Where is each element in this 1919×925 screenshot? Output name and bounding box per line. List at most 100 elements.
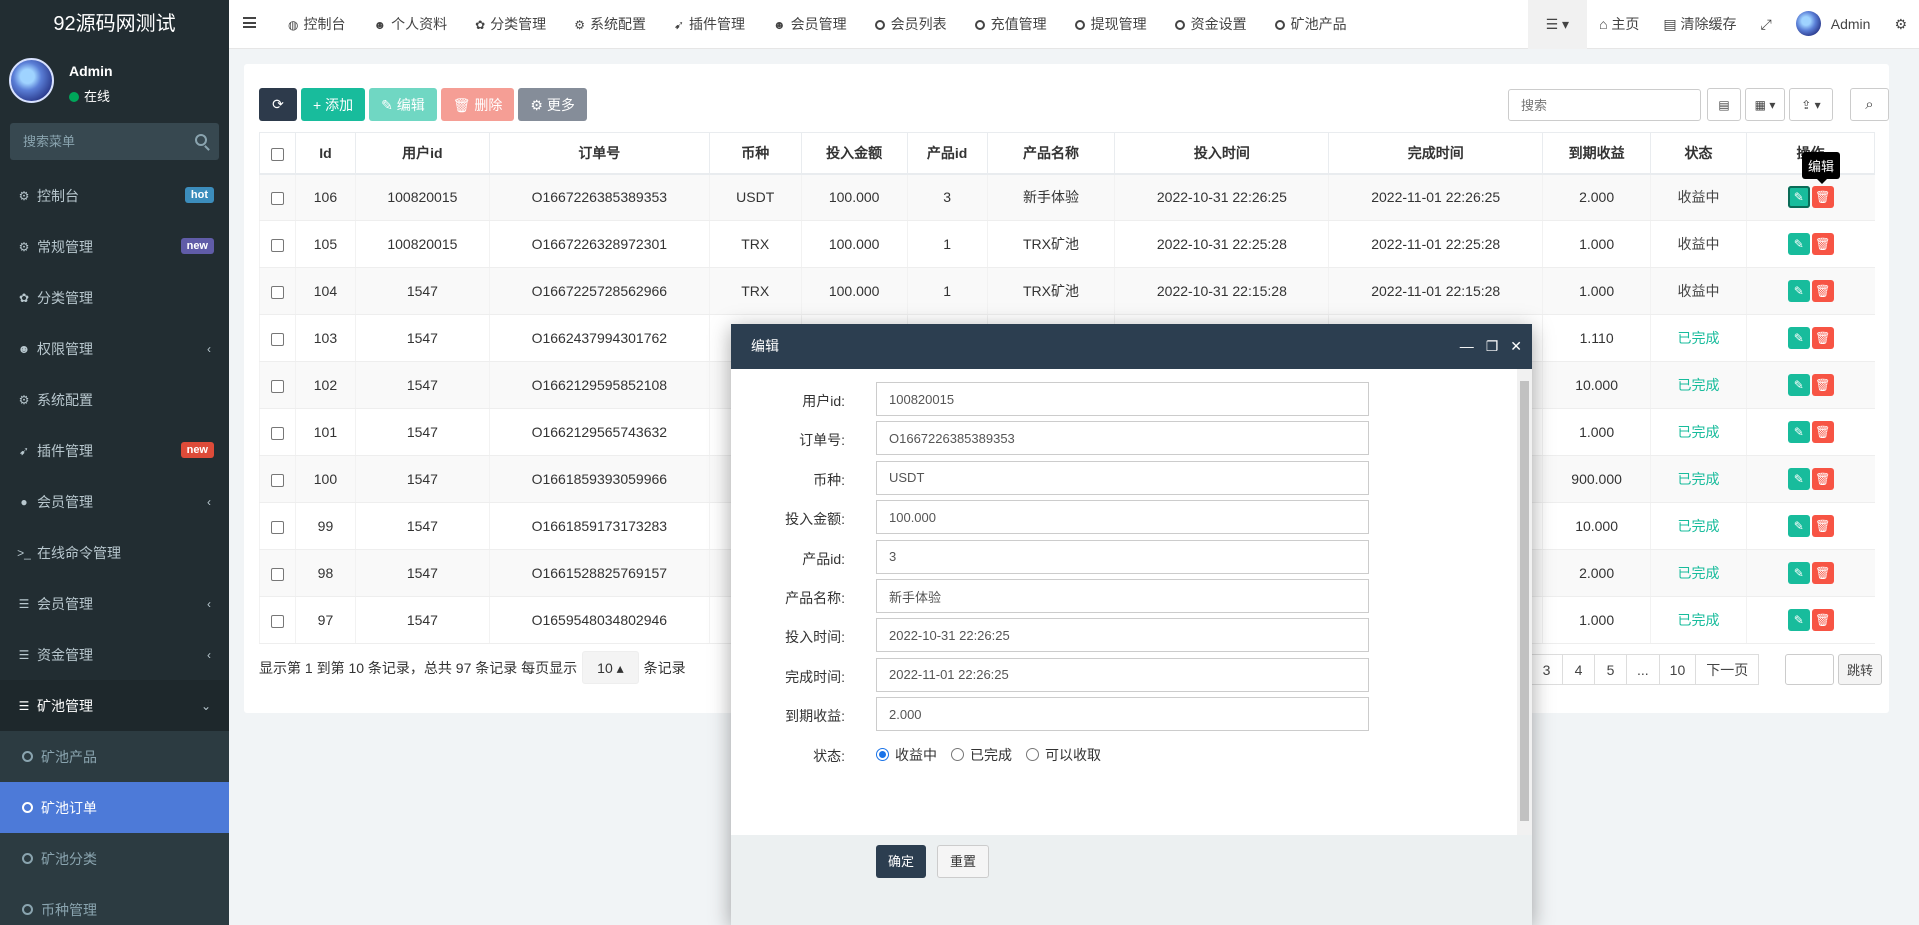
top-nav-tab[interactable]: ☻ 会员管理 bbox=[759, 0, 861, 49]
home-link[interactable]: ⌂ 主页 bbox=[1587, 0, 1651, 49]
status-radio-option[interactable]: 收益中 bbox=[876, 745, 937, 765]
edit-pencil-icon[interactable]: ✎ bbox=[1787, 515, 1810, 537]
top-nav-tab[interactable]: 会员列表 bbox=[861, 0, 961, 49]
sidebar-subitem[interactable]: 矿池订单 bbox=[0, 782, 229, 833]
table-search-input[interactable] bbox=[1508, 89, 1701, 121]
reset-button[interactable]: 重置 bbox=[937, 845, 990, 878]
jump-button[interactable]: 跳转 bbox=[1838, 654, 1882, 685]
columns-dropdown-button[interactable]: ▦ ▾ bbox=[1745, 88, 1785, 121]
clear-cache-link[interactable]: ▤ 清除缓存 bbox=[1651, 0, 1748, 49]
top-nav-tab[interactable]: ☻ 个人资料 bbox=[359, 0, 461, 49]
edit-pencil-icon[interactable]: ✎ bbox=[1787, 374, 1810, 396]
top-nav-tab[interactable]: 充值管理 bbox=[961, 0, 1061, 49]
delete-trash-icon[interactable]: 🗑 bbox=[1811, 374, 1834, 396]
row-checkbox[interactable] bbox=[270, 379, 284, 393]
top-nav-tab[interactable]: ✿ 分类管理 bbox=[461, 0, 560, 49]
edit-pencil-icon[interactable]: ✎ bbox=[1787, 280, 1810, 302]
delete-trash-icon[interactable]: 🗑 bbox=[1811, 421, 1834, 443]
jump-page-input[interactable] bbox=[1785, 654, 1834, 685]
refresh-button[interactable]: ⟳ bbox=[259, 88, 297, 121]
edit-button[interactable]: ✎ 编辑 bbox=[369, 88, 437, 121]
table-row[interactable]: 104 1547 O1667225728562966 TRX 100.000 1 TRX矿池… bbox=[259, 267, 1875, 315]
nav-dropdown-button[interactable]: ☰ ▾ bbox=[1527, 0, 1588, 49]
table-row[interactable]: 105 100820015 O1667226328972301 TRX 100.000 1… bbox=[259, 220, 1875, 268]
status-radio-option[interactable]: 已完成 bbox=[951, 745, 1012, 765]
delete-trash-icon[interactable]: 🗑 bbox=[1811, 468, 1834, 490]
page-link[interactable]: 10 bbox=[1658, 654, 1697, 685]
edit-pencil-icon[interactable]: ✎ bbox=[1787, 186, 1810, 209]
toggle-view-button[interactable]: ▤ bbox=[1707, 88, 1741, 121]
delete-trash-icon[interactable]: 🗑 bbox=[1811, 327, 1834, 349]
row-checkbox[interactable] bbox=[270, 285, 284, 299]
more-button[interactable]: ⚙ 更多 bbox=[518, 88, 587, 121]
minimize-icon[interactable]: — bbox=[1460, 324, 1474, 369]
edit-pencil-icon[interactable]: ✎ bbox=[1787, 421, 1810, 443]
edit-pencil-icon[interactable]: ✎ bbox=[1787, 327, 1810, 349]
delete-button[interactable]: 🗑 删除 bbox=[440, 88, 515, 121]
field-input[interactable] bbox=[876, 382, 1369, 416]
radio-dot[interactable] bbox=[951, 748, 964, 762]
field-input[interactable] bbox=[876, 539, 1369, 574]
sidebar-subitem[interactable]: 矿池分类 bbox=[0, 833, 229, 884]
row-checkbox[interactable] bbox=[270, 614, 284, 628]
select-all-header[interactable] bbox=[259, 132, 296, 175]
row-checkbox[interactable] bbox=[270, 520, 284, 534]
delete-trash-icon[interactable]: 🗑 bbox=[1811, 280, 1834, 302]
sidebar-search-input[interactable] bbox=[10, 123, 219, 160]
sidebar-item[interactable]: ⚙ 常规管理 new bbox=[0, 221, 229, 272]
edit-pencil-icon[interactable]: ✎ bbox=[1787, 233, 1810, 255]
fullscreen-icon[interactable]: ⤢ bbox=[1749, 0, 1784, 49]
hamburger-menu-icon[interactable] bbox=[243, 17, 256, 28]
dialog-scrollbar[interactable] bbox=[1517, 369, 1532, 835]
top-nav-tab[interactable]: ⚙ 系统配置 bbox=[560, 0, 660, 49]
sidebar-subitem[interactable]: 矿池产品 bbox=[0, 731, 229, 782]
field-input[interactable] bbox=[876, 579, 1369, 613]
delete-trash-icon[interactable]: 🗑 bbox=[1811, 609, 1834, 631]
page-size-select[interactable]: 10 ▴ bbox=[582, 651, 639, 684]
edit-pencil-icon[interactable]: ✎ bbox=[1787, 468, 1810, 490]
delete-trash-icon[interactable]: 🗑 bbox=[1811, 233, 1834, 255]
sidebar-item[interactable]: ➹ 插件管理 new bbox=[0, 425, 229, 476]
delete-trash-icon[interactable]: 🗑 bbox=[1811, 186, 1834, 209]
scrollbar-thumb[interactable] bbox=[1520, 381, 1529, 821]
row-checkbox[interactable] bbox=[270, 238, 284, 252]
field-input[interactable] bbox=[876, 421, 1369, 456]
status-radio-option[interactable]: 可以收取 bbox=[1026, 745, 1101, 765]
delete-trash-icon[interactable]: 🗑 bbox=[1811, 562, 1834, 584]
export-dropdown-button[interactable]: ⇪ ▾ bbox=[1789, 88, 1833, 121]
row-checkbox[interactable] bbox=[270, 473, 284, 487]
page-link[interactable]: 3 bbox=[1530, 654, 1563, 685]
row-checkbox[interactable] bbox=[270, 426, 284, 440]
top-nav-tab[interactable]: 提现管理 bbox=[1061, 0, 1161, 49]
row-checkbox[interactable] bbox=[270, 567, 284, 581]
app-logo[interactable]: 92源码网测试 bbox=[0, 0, 229, 49]
field-input[interactable] bbox=[876, 657, 1369, 692]
sidebar-item[interactable]: ☰ 会员管理 ‹ bbox=[0, 578, 229, 629]
sidebar-item[interactable]: ☰ 矿池管理 ⌄ bbox=[0, 680, 229, 731]
edit-pencil-icon[interactable]: ✎ bbox=[1787, 609, 1810, 631]
sidebar-item[interactable]: ✿ 分类管理 bbox=[0, 272, 229, 323]
advanced-search-button[interactable]: ⌕ bbox=[1850, 88, 1889, 121]
edit-pencil-icon[interactable]: ✎ bbox=[1787, 562, 1810, 584]
page-link[interactable]: 4 bbox=[1562, 654, 1595, 685]
sidebar-item[interactable]: ☰ 资金管理 ‹ bbox=[0, 629, 229, 680]
radio-dot[interactable] bbox=[876, 748, 889, 762]
search-icon[interactable] bbox=[195, 134, 207, 146]
row-checkbox[interactable] bbox=[270, 332, 284, 346]
sidebar-subitem[interactable]: 币种管理 bbox=[0, 884, 229, 925]
sidebar-item[interactable]: ● 会员管理 ‹ bbox=[0, 476, 229, 527]
table-row[interactable]: 106 100820015 O1667226385389353 USDT 100.000… bbox=[259, 173, 1875, 221]
page-link[interactable]: 下一页 bbox=[1695, 654, 1760, 685]
field-input[interactable] bbox=[876, 500, 1369, 535]
radio-dot[interactable] bbox=[1026, 748, 1039, 762]
sidebar-item[interactable]: ⚙ 系统配置 bbox=[0, 374, 229, 425]
sidebar-item[interactable]: >_ 在线命令管理 bbox=[0, 527, 229, 578]
sidebar-item[interactable]: ☻ 权限管理 ‹ bbox=[0, 323, 229, 374]
maximize-icon[interactable]: ❐ bbox=[1486, 324, 1499, 369]
sidebar-item[interactable]: ⚙ 控制台 hot bbox=[0, 170, 229, 221]
delete-trash-icon[interactable]: 🗑 bbox=[1811, 515, 1834, 537]
add-button[interactable]: + 添加 bbox=[301, 88, 366, 121]
field-input[interactable] bbox=[876, 697, 1369, 732]
field-input[interactable] bbox=[876, 460, 1369, 495]
row-checkbox[interactable] bbox=[270, 192, 284, 206]
